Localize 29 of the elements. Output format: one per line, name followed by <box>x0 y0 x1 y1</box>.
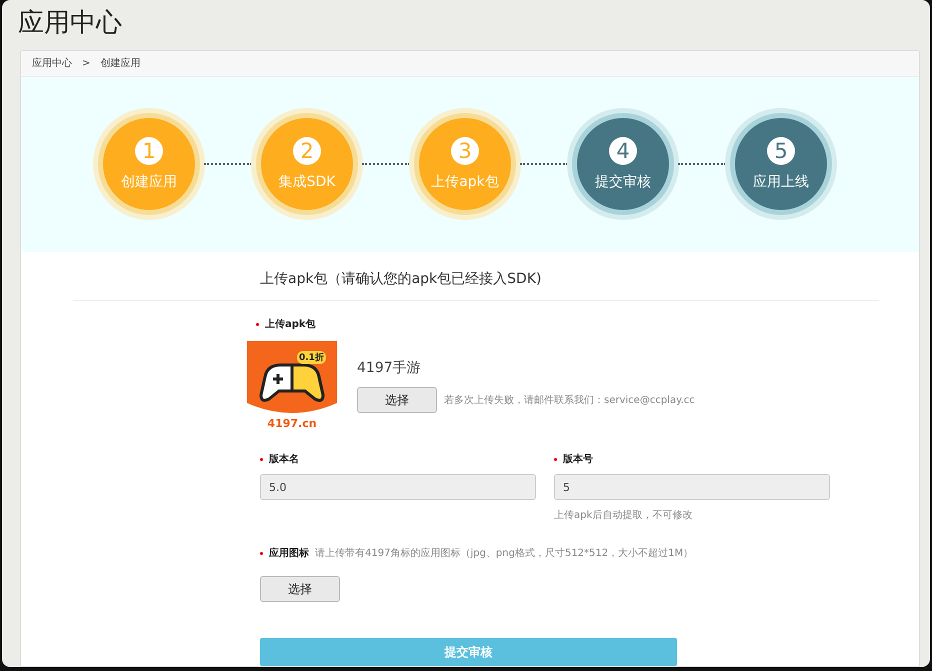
icon-hint: 请上传带有4197角标的应用图标（jpg、png格式，尺寸512*512，大小不超过1M） <box>315 546 694 560</box>
page-title: 应用中心 <box>18 7 123 40</box>
step-label: 应用上线 <box>753 173 809 192</box>
app-icon-badge: 0.1折 <box>297 351 326 364</box>
step-label: 创建应用 <box>121 173 177 192</box>
breadcrumb-item[interactable]: > <box>82 58 90 69</box>
step-number: 3 <box>451 137 479 166</box>
input-field[interactable]: 5.0 <box>260 474 536 500</box>
field-hint: 上传apk后自动提取，不可修改 <box>554 508 694 522</box>
step-label: 提交审核 <box>595 173 651 192</box>
choose-button[interactable]: 选择 <box>357 387 437 414</box>
field-label: 上传apk包 <box>265 318 316 332</box>
step-number: 1 <box>135 137 163 166</box>
step-label: 集成SDK <box>278 173 336 192</box>
upload-hint: 若多次上传失败，请邮件联系我们：service@ccplay.cc <box>444 394 695 408</box>
breadcrumb-item[interactable]: 创建应用 <box>100 56 140 70</box>
section-title: 上传apk包（请确认您的apk包已经接入SDK) <box>259 270 542 290</box>
choose-button[interactable]: 选择 <box>260 576 340 602</box>
step-number: 4 <box>609 137 637 166</box>
field-label: 版本名 <box>269 452 299 466</box>
step-number: 2 <box>293 137 321 166</box>
step-label: 上传apk包 <box>431 173 499 192</box>
field-label: 版本号 <box>563 452 593 466</box>
step-number: 5 <box>767 137 795 166</box>
breadcrumb-item[interactable]: 应用中心 <box>32 56 72 70</box>
app-name: 4197手游 <box>357 359 422 378</box>
app-icon-caption: 4197.cn <box>266 417 318 430</box>
input-field[interactable]: 5 <box>554 474 830 500</box>
field-label: 应用图标 <box>269 546 309 560</box>
